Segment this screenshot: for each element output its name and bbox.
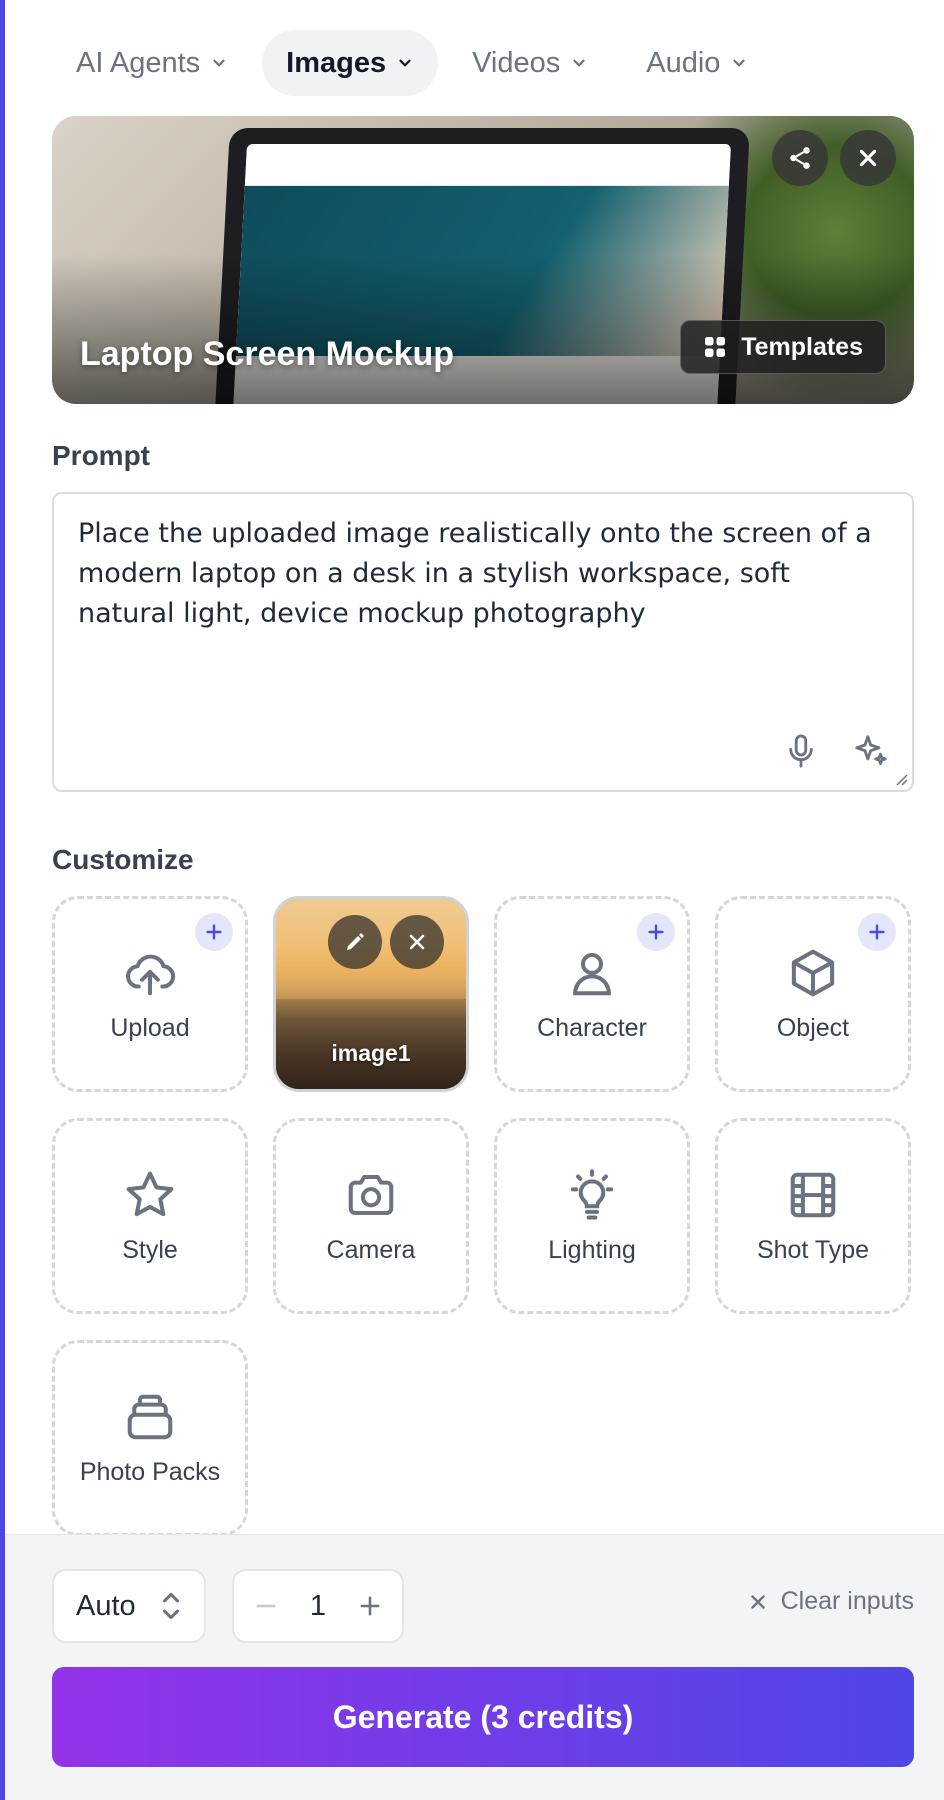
tile-label: Lighting (548, 1235, 636, 1264)
shot-type-tile[interactable]: Shot Type (715, 1118, 911, 1314)
templates-label: Templates (741, 332, 863, 361)
tile-label: Style (122, 1235, 178, 1264)
add-object-button[interactable] (858, 913, 896, 951)
uploaded-image-tile[interactable]: image1 (273, 896, 469, 1092)
star-icon (126, 1171, 174, 1216)
tile-label: Shot Type (756, 1235, 870, 1264)
close-icon (409, 934, 425, 950)
templates-button[interactable]: Templates (680, 320, 886, 374)
tab-ai-agents[interactable]: AI Agents (52, 30, 252, 96)
plus-icon (206, 924, 222, 940)
tile-label: Photo Packs (79, 1457, 221, 1486)
image-count-stepper: 1 (232, 1569, 404, 1643)
cube-icon (791, 949, 835, 996)
tile-label: Upload (110, 1013, 190, 1042)
pencil-icon (347, 933, 364, 950)
tab-audio[interactable]: Audio (622, 30, 772, 96)
add-upload-button[interactable] (195, 913, 233, 951)
tab-label: AI Agents (76, 46, 201, 79)
edit-image-button[interactable] (328, 915, 382, 969)
chevron-down-icon (213, 59, 225, 67)
chevron-up-down-icon (163, 1592, 179, 1620)
grid-icon (705, 337, 726, 357)
prompt-label: Prompt (52, 440, 150, 471)
image-count-value: 1 (309, 1589, 327, 1622)
media-type-nav: AI Agents Images Videos Audio (52, 30, 904, 96)
tile-label: Character (537, 1013, 647, 1042)
resize-handle-icon[interactable] (892, 770, 908, 786)
close-icon (750, 1594, 765, 1609)
customize-label: Customize (52, 844, 194, 875)
camera-tile[interactable]: Camera (273, 1118, 469, 1314)
aspect-ratio-select[interactable]: Auto (52, 1569, 206, 1643)
sparkle-icon (855, 735, 887, 766)
tab-images[interactable]: Images (262, 30, 439, 96)
user-icon (573, 952, 611, 995)
share-button[interactable] (772, 130, 828, 186)
tab-videos[interactable]: Videos (448, 30, 612, 96)
close-hero-button[interactable] (840, 130, 896, 186)
lightbulb-icon (570, 1168, 614, 1220)
left-accent-bar (0, 0, 5, 1800)
prompt-textarea[interactable]: Place the uploaded image realistically o… (52, 492, 914, 792)
voice-input-button[interactable] (780, 730, 822, 772)
enhance-prompt-button[interactable] (850, 730, 892, 772)
tab-label: Audio (646, 46, 721, 79)
film-icon (790, 1172, 836, 1217)
clear-inputs-button[interactable]: Clear inputs (747, 1587, 914, 1616)
minus-icon[interactable] (252, 1592, 280, 1620)
tab-label: Images (286, 46, 387, 79)
share-icon (790, 147, 810, 169)
cloud-upload-icon (126, 954, 176, 995)
remove-image-button[interactable] (390, 915, 444, 969)
generate-button[interactable]: Generate (3 credits) (52, 1667, 914, 1767)
character-tile[interactable]: Character (494, 896, 690, 1092)
clear-inputs-label: Clear inputs (780, 1587, 914, 1615)
tile-label: Object (776, 1013, 850, 1042)
microphone-icon (789, 734, 813, 768)
template-title: Laptop Screen Mockup (80, 335, 455, 373)
chevron-down-icon (573, 59, 585, 67)
camera-icon (348, 1174, 394, 1215)
image-label: image1 (331, 1040, 411, 1066)
object-tile[interactable]: Object (715, 896, 911, 1092)
plus-icon (648, 924, 664, 940)
prompt-text: Place the uploaded image realistically o… (78, 518, 872, 629)
upload-tile[interactable]: Upload (52, 896, 248, 1092)
add-character-button[interactable] (637, 913, 675, 951)
aspect-ratio-value: Auto (76, 1589, 136, 1622)
lighting-tile[interactable]: Lighting (494, 1118, 690, 1314)
chevron-down-icon (399, 59, 411, 67)
close-icon (859, 149, 877, 167)
generate-bar: Auto 1 Clear inputs Generate (3 credits) (5, 1534, 944, 1800)
plus-icon (869, 924, 885, 940)
customize-grid: Upload image1 Character Object Style Cam… (52, 896, 914, 1536)
stack-icon (127, 1394, 173, 1439)
tile-label: Camera (326, 1235, 416, 1264)
tab-label: Videos (472, 46, 561, 79)
chevron-down-icon (733, 59, 746, 67)
plus-icon[interactable] (356, 1592, 384, 1620)
template-hero-card: Laptop Screen Mockup Templates (52, 116, 914, 404)
style-tile[interactable]: Style (52, 1118, 248, 1314)
photo-packs-tile[interactable]: Photo Packs (52, 1340, 248, 1536)
